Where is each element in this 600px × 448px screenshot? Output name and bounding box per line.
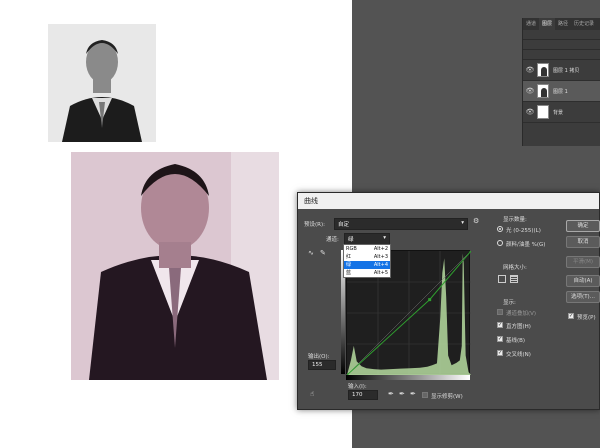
intersection-label: 交叉线(N) [506, 352, 531, 358]
layer-thumbnail [537, 105, 549, 119]
lock-row[interactable] [523, 50, 600, 60]
channel-option-rgb[interactable]: RGB Alt+2 [344, 245, 390, 253]
layer-item-layer1[interactable]: 👁 图层 1 [523, 81, 600, 102]
layer-name: 背景 [553, 109, 564, 116]
white-point-eyedropper-icon[interactable]: ✒ [410, 390, 416, 398]
baseline-checkbox[interactable]: ✓ [497, 336, 503, 342]
chevron-down-icon: ▾ [461, 220, 464, 226]
channel-option-label: 蓝 [346, 270, 352, 276]
eye-icon[interactable]: 👁 [523, 66, 537, 74]
channel-option-red[interactable]: 红 Alt+3 [344, 253, 390, 261]
channel-option-label: 红 [346, 254, 352, 260]
layer-item-copy[interactable]: 👁 图层 1 拷贝 [523, 60, 600, 81]
display-amount-label: 显示数量: [503, 217, 527, 223]
intersection-checkbox[interactable]: ✓ [497, 350, 503, 356]
pencil-icon[interactable]: ✎ [320, 249, 326, 257]
layers-panel: 通道 图层 路径 历史记录 👁 图层 1 拷贝 👁 图层 1 👁 背景 [522, 18, 600, 146]
input-field[interactable]: 170 [348, 390, 378, 400]
layer-filter-row[interactable] [523, 30, 600, 40]
target-adjust-hand-icon[interactable]: ☝ [310, 390, 314, 398]
channel-overlay-checkbox[interactable] [497, 309, 503, 315]
auto-button[interactable]: 自动(A) [566, 275, 600, 287]
black-point-eyedropper-icon[interactable]: ✒ [388, 390, 394, 398]
channel-option-label: 绿 [346, 262, 352, 268]
curve-control-point [428, 298, 432, 302]
dialog-title: 曲线 [298, 193, 599, 209]
channel-option-blue[interactable]: 蓝 Alt+5 [344, 269, 390, 277]
channel-dropdown-menu: RGB Alt+2 红 Alt+3 绿 Alt+4 蓝 Alt+5 [343, 244, 391, 278]
tab-history[interactable]: 历史记录 [571, 18, 597, 30]
layer-name: 图层 1 [553, 88, 568, 95]
panel-tabs: 通道 图层 路径 历史记录 [523, 18, 600, 30]
preview-checkbox[interactable]: ✓ [568, 313, 574, 319]
eye-icon[interactable]: 👁 [523, 108, 537, 116]
layer-thumbnail [537, 63, 549, 77]
smooth-button[interactable]: 平滑(M) [566, 256, 600, 268]
channel-option-shortcut: Alt+5 [373, 270, 388, 276]
tab-paths[interactable]: 路径 [555, 18, 571, 30]
simple-grid-icon[interactable] [498, 275, 506, 283]
layer-item-background[interactable]: 👁 背景 [523, 102, 600, 123]
light-label: 光 (0-255)(L) [506, 228, 541, 234]
blend-mode-row[interactable] [523, 40, 600, 50]
grid-size-label: 网格大小: [503, 265, 527, 271]
pigment-radio[interactable] [497, 240, 503, 246]
preset-value: 自定 [338, 222, 350, 228]
gray-point-eyedropper-icon[interactable]: ✒ [399, 390, 405, 398]
grayscale-portrait-image [48, 24, 156, 142]
layer-name: 图层 1 拷贝 [553, 67, 580, 74]
layer-thumbnail [537, 84, 549, 98]
preset-label: 预设(R): [304, 222, 325, 228]
channel-option-green[interactable]: 绿 Alt+4 [344, 261, 390, 269]
channel-option-shortcut: Alt+2 [373, 246, 388, 252]
eye-icon[interactable]: 👁 [523, 87, 537, 95]
baseline-label: 基线(B) [506, 338, 526, 344]
channel-value: 绿 [348, 237, 354, 243]
ok-button[interactable]: 确定 [566, 220, 600, 232]
histogram-label: 直方图(H) [506, 324, 531, 330]
channel-option-label: RGB [346, 246, 357, 252]
pigment-label: 颜料/油墨 %(G) [506, 242, 546, 248]
light-radio[interactable] [497, 226, 503, 232]
histogram-checkbox[interactable]: ✓ [497, 322, 503, 328]
cancel-button[interactable]: 取消 [566, 236, 600, 248]
channel-option-shortcut: Alt+4 [373, 262, 388, 268]
preset-select[interactable]: 自定 ▾ [334, 218, 468, 230]
output-field[interactable]: 155 [308, 360, 336, 370]
detailed-grid-icon[interactable] [510, 275, 518, 283]
preset-options-gear-icon[interactable]: ⚙ [473, 217, 479, 225]
options-button[interactable]: 选项(T)... [566, 291, 600, 303]
show-clipping-checkbox[interactable] [422, 392, 428, 398]
show-clipping-label: 显示修剪(W) [431, 394, 463, 400]
curve-point-tool-icon[interactable]: ∿ [308, 249, 314, 257]
channel-option-shortcut: Alt+3 [373, 254, 388, 260]
tab-layers[interactable]: 图层 [539, 18, 556, 30]
chevron-down-icon: ▾ [383, 235, 386, 241]
input-label: 输入(I): [348, 384, 367, 390]
curve-control-point [469, 249, 473, 253]
preview-label: 预览(P) [577, 315, 596, 321]
channel-overlay-label: 通道叠加(V) [506, 311, 537, 317]
show-label: 显示: [503, 300, 516, 306]
input-gradient-bar [346, 375, 470, 380]
curves-dialog: 曲线 预设(R): 自定 ▾ ⚙ 通道: 绿 ▾ ∿ ✎ RGB Alt+2 红… [297, 192, 600, 410]
output-label: 输出(O): [308, 354, 330, 360]
color-toned-portrait-image [71, 152, 279, 380]
channel-label: 通道: [326, 237, 339, 243]
tab-channels[interactable]: 通道 [523, 18, 539, 30]
